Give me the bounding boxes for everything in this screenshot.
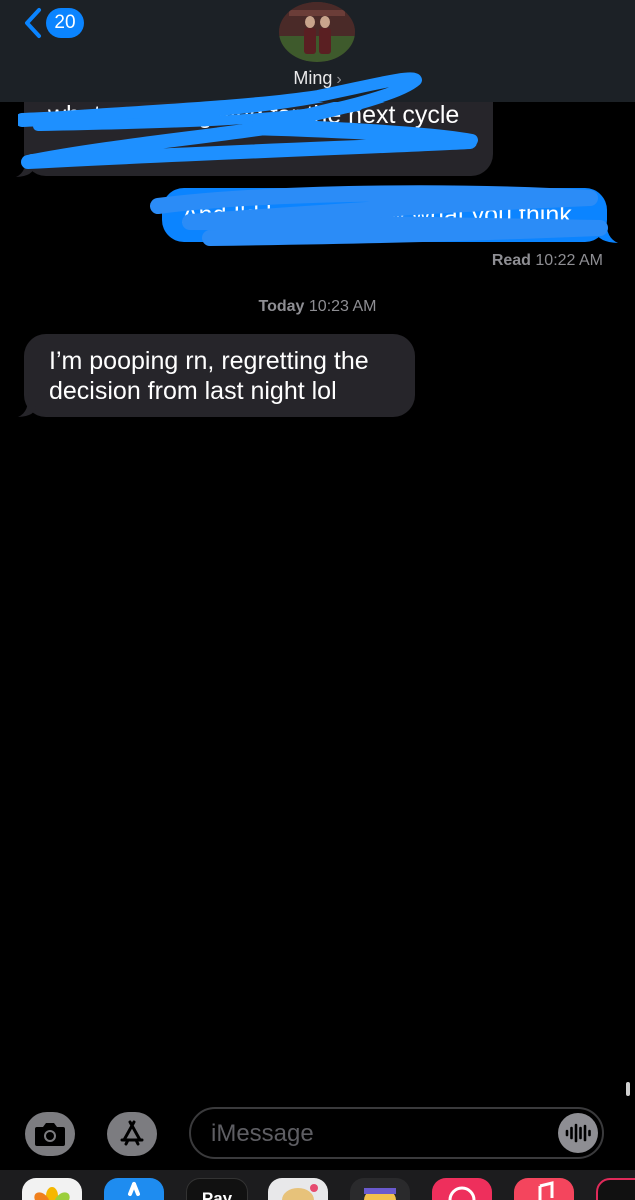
memoji-icon (282, 1184, 318, 1200)
outgoing-message-bubble[interactable]: And I'd love to know what you think (162, 188, 607, 242)
audio-message-button[interactable] (558, 1113, 598, 1153)
memoji-app-icon[interactable] (268, 1178, 328, 1200)
apple-pay-label: Pay (201, 1189, 233, 1200)
imessage-input[interactable]: iMessage (189, 1107, 604, 1159)
unread-count-badge: 20 (46, 8, 84, 38)
message-text: And I'd love to know what you think (182, 201, 572, 229)
apple-pay-app-icon[interactable]: Pay (186, 1178, 248, 1200)
contact-name-button[interactable]: Ming › (0, 68, 635, 89)
back-button[interactable]: 20 (22, 6, 84, 40)
more-apps-icon[interactable] (596, 1178, 635, 1200)
message-text: what you are giving for the next cycle (48, 101, 460, 129)
app-drawer: Pay (0, 1170, 635, 1200)
digital-touch-icon (448, 1186, 476, 1200)
read-receipt: Read 10:22 AM (492, 252, 603, 270)
timestamp-time: 10:23 AM (308, 298, 377, 315)
conversation-header: 20 Ming › (0, 0, 635, 102)
imessage-placeholder: iMessage (211, 1120, 314, 1147)
receipt-time: 10:22 AM (535, 252, 603, 269)
animoji-icon (364, 1188, 396, 1200)
contact-avatar[interactable] (279, 2, 355, 62)
music-app-icon[interactable] (514, 1178, 574, 1200)
timestamp-day: Today (258, 298, 305, 315)
app-store-icon (128, 1182, 140, 1196)
digital-touch-app-icon[interactable] (432, 1178, 492, 1200)
camera-button[interactable] (25, 1112, 75, 1156)
contact-name: Ming (293, 68, 333, 88)
message-text-line: decision from last night lol (49, 377, 337, 405)
receipt-status: Read (491, 252, 531, 269)
incoming-message-bubble[interactable]: I’m pooping rn, regretting the decision … (24, 334, 415, 417)
bubble-tail (16, 150, 34, 177)
bubble-tail (596, 220, 618, 243)
photos-app-icon[interactable] (22, 1178, 82, 1200)
app-store-icon (120, 1120, 144, 1146)
messages-screen: what you are giving for the next cycle A… (0, 0, 635, 1200)
music-note-icon (538, 1181, 554, 1200)
bubble-tail (18, 392, 36, 417)
chevron-left-icon (25, 8, 41, 38)
camera-icon (35, 1123, 65, 1146)
chevron-right-icon: › (336, 71, 342, 88)
message-text-line: I’m pooping rn, regretting the (49, 347, 369, 375)
animoji-app-icon[interactable] (350, 1178, 410, 1200)
app-store-button[interactable] (107, 1112, 157, 1156)
conversation-timestamp: Today 10:23 AM (0, 298, 635, 316)
app-store-app-icon[interactable] (104, 1178, 164, 1200)
waveform-icon (565, 1123, 591, 1143)
scroll-indicator[interactable] (626, 1082, 630, 1096)
avatar-photo (279, 2, 355, 62)
photos-icon (34, 1187, 70, 1200)
